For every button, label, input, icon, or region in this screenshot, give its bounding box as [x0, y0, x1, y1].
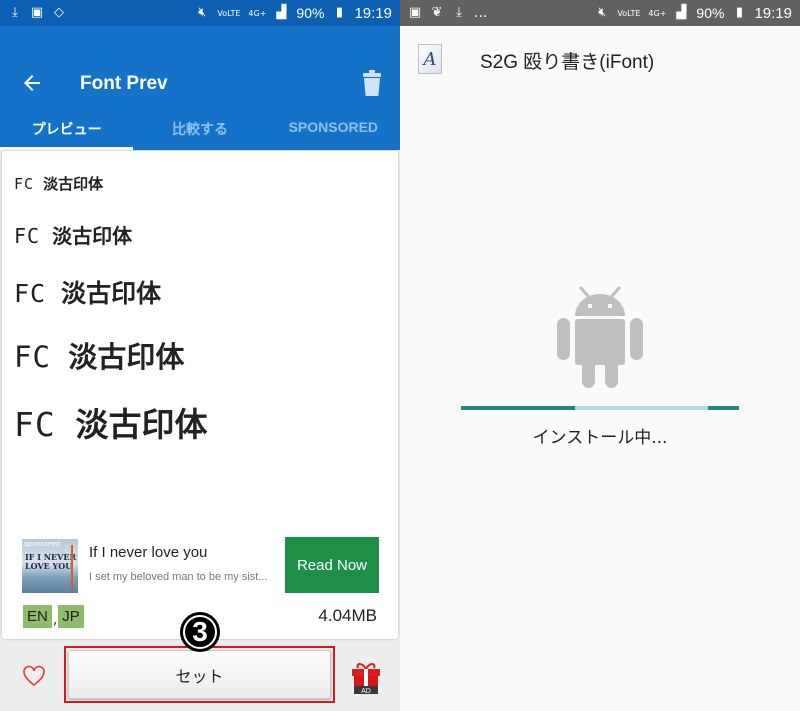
- ad-thumbnail[interactable]: sponsored IF I NEVER LOVE YOU: [22, 539, 78, 593]
- android-robot-icon: [557, 286, 643, 388]
- preview-card: FC 淡古印体 FC 淡古印体 FC 淡古印体 FC 淡古印体 FC 淡古印体 spons…: [2, 151, 398, 639]
- font-preview-screen: ⤓ ▣ ◇ 🔇︎ VoLTE 4G+ ▟ 90% ▮ 19:19 Font Pr…: [0, 0, 400, 711]
- ad-title[interactable]: If I never love you: [89, 544, 207, 561]
- preview-sample: FC 淡古印体: [14, 175, 104, 193]
- battery-level: 90%: [696, 5, 725, 21]
- 4g-icon: 4G+: [648, 8, 667, 18]
- install-status: インストール中...: [532, 428, 668, 448]
- volte-icon: VoLTE: [617, 8, 641, 18]
- download-icon: ⤓: [12, 5, 18, 20]
- gift-ad-icon[interactable]: AD: [350, 660, 382, 694]
- app-bar: Font Prev プレビュー 比較する SPONSORED: [0, 26, 400, 150]
- trash-icon[interactable]: [362, 70, 382, 96]
- font-file-icon: A: [418, 44, 442, 74]
- clock: 19:19: [754, 4, 792, 22]
- language-tags: EN , JP: [23, 605, 84, 628]
- more-notifications-icon: ...: [474, 5, 488, 21]
- preview-sample: FC 淡古印体: [14, 279, 162, 308]
- preview-sample: FC 淡古印体: [14, 405, 208, 444]
- evernote-icon: ❦: [431, 5, 443, 20]
- read-now-button[interactable]: Read Now: [285, 537, 379, 593]
- mute-icon: 🔇︎: [598, 5, 607, 20]
- tab-compare[interactable]: 比較する: [133, 108, 266, 150]
- tab-bar: プレビュー 比較する SPONSORED: [0, 108, 400, 150]
- set-button[interactable]: セット: [68, 650, 331, 699]
- svg-text:AD: AD: [361, 688, 371, 694]
- package-title: S2G 殴り書き(iFont): [480, 52, 655, 73]
- download-icon: ⤓: [456, 5, 462, 20]
- mute-icon: 🔇︎: [198, 5, 207, 20]
- screen-rotation-icon: ◇: [54, 5, 64, 20]
- progress-segment: [461, 406, 575, 410]
- progress-segment: [708, 406, 739, 410]
- install-progress-bar: [461, 406, 739, 410]
- image-icon: ▣: [30, 5, 44, 20]
- back-arrow-icon[interactable]: [20, 71, 44, 95]
- sponsored-ad[interactable]: sponsored IF I NEVER LOVE YOU If I never …: [22, 537, 382, 595]
- tab-sponsored[interactable]: SPONSORED: [267, 108, 400, 150]
- ad-description: I set my beloved man to be my sist...: [89, 571, 268, 583]
- image-icon: ▣: [408, 5, 422, 20]
- tab-preview[interactable]: プレビュー: [0, 108, 134, 150]
- battery-icon: ▮: [735, 5, 744, 20]
- lang-tag-jp: JP: [58, 605, 84, 628]
- step-marker: 3: [180, 612, 220, 652]
- clock: 19:19: [354, 4, 392, 22]
- status-bar: ▣ ❦ ⤓ ... 🔇︎ VoLTE 4G+ ▟ 90% ▮ 19:19: [400, 0, 800, 26]
- lang-tag-en: EN: [23, 605, 52, 628]
- preview-sample: FC 淡古印体: [14, 224, 133, 248]
- preview-sample: FC 淡古印体: [14, 340, 185, 374]
- 4g-icon: 4G+: [248, 8, 267, 18]
- signal-icon: ▟: [276, 5, 287, 20]
- battery-icon: ▮: [335, 5, 344, 20]
- signal-icon: ▟: [676, 5, 687, 20]
- volte-icon: VoLTE: [217, 8, 241, 18]
- battery-level: 90%: [296, 5, 325, 21]
- status-bar: ⤓ ▣ ◇ 🔇︎ VoLTE 4G+ ▟ 90% ▮ 19:19: [0, 0, 400, 26]
- file-size: 4.04MB: [318, 606, 377, 625]
- app-title: Font Prev: [80, 73, 168, 94]
- heart-icon[interactable]: [22, 665, 46, 687]
